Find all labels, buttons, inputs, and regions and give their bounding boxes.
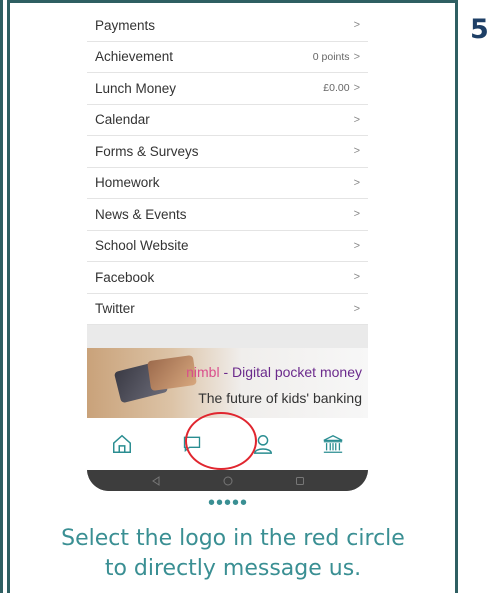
instruction-text: Select the logo in the red circle to dir… (10, 524, 456, 584)
recents-icon[interactable] (295, 476, 305, 486)
chevron-right-icon: > (353, 208, 360, 221)
menu-item-label: Facebook (95, 269, 155, 285)
menu-item-payments[interactable]: Payments > (87, 10, 368, 42)
menu-item-label: Twitter (95, 301, 135, 317)
menu-item-label: Calendar (95, 112, 150, 128)
nimbl-ad-banner[interactable]: nimbl - Digital pocket money The future … (87, 348, 368, 418)
instruction-line-2: to directly message us. (104, 556, 362, 581)
app-screen: Payments > Achievement 0 points > Lunch M… (87, 10, 368, 470)
back-icon[interactable] (151, 475, 161, 486)
menu-item-label: School Website (95, 238, 189, 254)
menu-item-label: Achievement (95, 49, 174, 65)
tab-home[interactable] (102, 424, 142, 464)
menu-item-homework[interactable]: Homework > (87, 168, 368, 199)
chevron-right-icon: > (353, 19, 360, 32)
chevron-right-icon: > (353, 271, 360, 284)
chevron-right-icon: > (353, 239, 360, 252)
menu-item-label: Lunch Money (95, 80, 177, 96)
menu-item-label: Payments (95, 17, 156, 33)
chevron-right-icon: > (353, 50, 360, 63)
menu-item-facebook[interactable]: Facebook > (87, 262, 368, 294)
menu-list: Payments > Achievement 0 points > Lunch M… (87, 10, 368, 325)
menu-item-calendar[interactable]: Calendar > (87, 105, 368, 136)
frame-top (7, 0, 457, 3)
highlight-circle (185, 412, 257, 470)
chevron-right-icon: > (353, 302, 360, 315)
chevron-right-icon: > (353, 113, 360, 126)
menu-item-forms-surveys[interactable]: Forms & Surveys > (87, 136, 368, 168)
menu-item-school-website[interactable]: School Website > (87, 231, 368, 262)
menu-item-label: News & Events (95, 206, 187, 222)
separator-dots: ••••• (207, 492, 248, 514)
android-nav-bar (87, 470, 368, 491)
home-icon (113, 434, 132, 453)
home-button-icon[interactable] (223, 476, 233, 486)
school-icon (323, 435, 343, 453)
chevron-right-icon: > (353, 176, 360, 189)
banner-tagline: The future of kids' banking (198, 390, 362, 406)
menu-item-label: Homework (95, 175, 160, 191)
instruction-line-1: Select the logo in the red circle (61, 526, 405, 551)
tab-school[interactable] (313, 424, 353, 464)
menu-item-news-events[interactable]: News & Events > (87, 199, 368, 231)
banner-headline: nimbl - Digital pocket money (186, 364, 362, 380)
chevron-right-icon: > (353, 82, 360, 95)
menu-item-lunch-money[interactable]: Lunch Money £0.00 > (87, 73, 368, 105)
menu-item-label: Forms & Surveys (95, 143, 199, 159)
menu-item-twitter[interactable]: Twitter > (87, 294, 368, 325)
banner-headline-text: - Digital pocket money (219, 364, 362, 380)
menu-item-achievement[interactable]: Achievement 0 points > (87, 42, 368, 73)
menu-item-value: 0 points (312, 50, 350, 63)
nimbl-brand: nimbl (186, 364, 220, 380)
menu-item-value: £0.00 (323, 82, 350, 95)
step-number: 5 (470, 14, 489, 45)
chevron-right-icon: > (353, 145, 360, 158)
